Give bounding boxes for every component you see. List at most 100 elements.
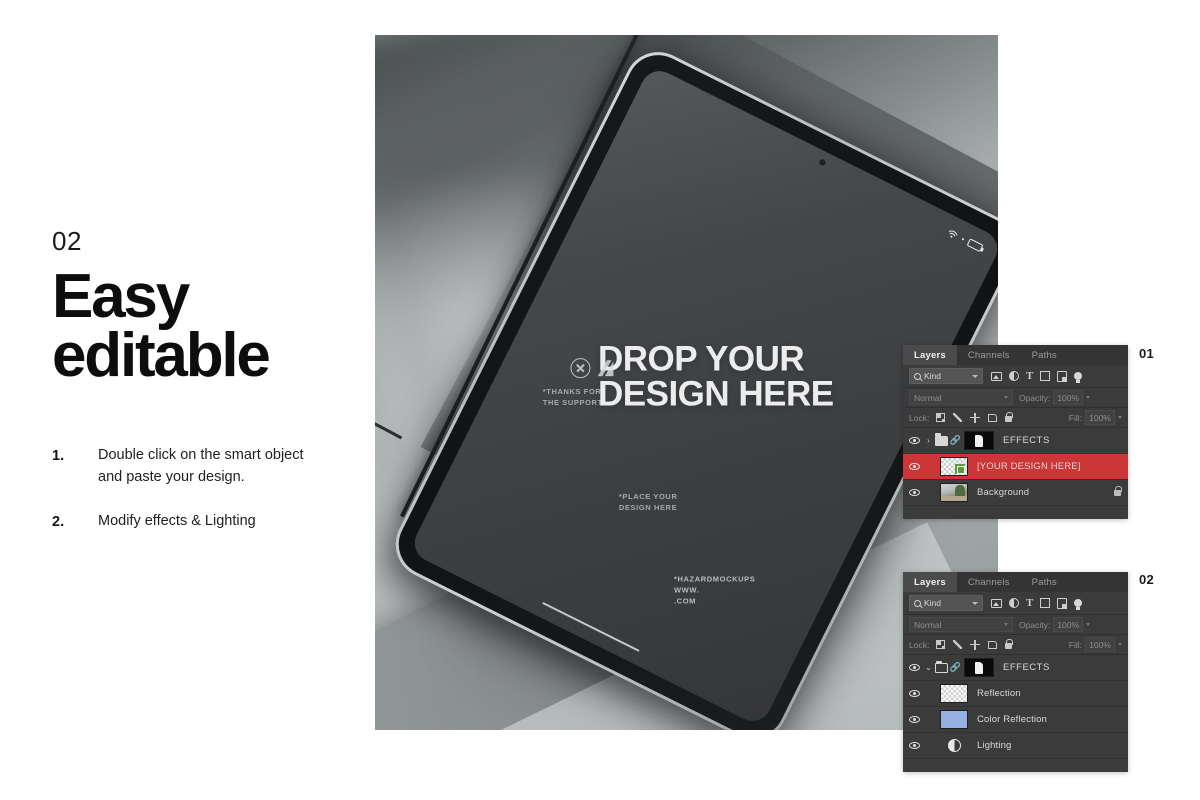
layer-thumbnail[interactable] xyxy=(940,483,968,502)
smart-object-filter-icon[interactable] xyxy=(1057,370,1068,382)
shape-filter-icon[interactable] xyxy=(1040,598,1051,608)
shape-filter-icon[interactable] xyxy=(1040,371,1051,381)
adjustment-filter-icon[interactable] xyxy=(1009,598,1019,608)
filter-icon-group: T xyxy=(991,370,1083,383)
adjustment-filter-icon[interactable] xyxy=(1009,371,1019,381)
opacity-value[interactable]: 100% xyxy=(1053,390,1084,405)
slide-root: 02 Easy editable 1. Double click on the … xyxy=(0,0,1200,800)
opacity-control[interactable]: Opacity: 100% xyxy=(1019,617,1091,632)
layer-visibility-toggle[interactable] xyxy=(908,463,921,470)
lock-transparent-icon[interactable] xyxy=(936,640,946,649)
note-thanks: *THANKS FOR THE SUPPORT xyxy=(542,388,602,410)
fill-control[interactable]: Fill: 100% xyxy=(1069,410,1122,425)
table-row[interactable]: › 🔗 EFFECTS xyxy=(903,428,1128,454)
table-row[interactable]: Reflection xyxy=(903,681,1128,707)
table-row[interactable]: ⌄ 🔗 EFFECTS xyxy=(903,655,1128,681)
layer-name: EFFECTS xyxy=(1003,662,1050,673)
slash-icon xyxy=(596,360,613,377)
lock-transparent-icon[interactable] xyxy=(936,413,946,422)
chevron-right-icon[interactable]: › xyxy=(923,436,934,445)
layer-visibility-toggle[interactable] xyxy=(908,489,921,496)
table-row[interactable]: [YOUR DESIGN HERE] xyxy=(903,454,1128,480)
layer-visibility-toggle[interactable] xyxy=(908,664,921,671)
chevron-down-icon xyxy=(1118,416,1122,419)
filter-kind-select[interactable]: Kind xyxy=(909,595,983,611)
instruction-list: 1. Double click on the smart object and … xyxy=(52,444,342,533)
layer-thumbnail[interactable] xyxy=(940,684,968,703)
layer-mask-thumbnail[interactable] xyxy=(964,431,994,450)
layers-panel-01[interactable]: Layers Channels Paths Kind T Normal Opac… xyxy=(903,345,1128,519)
eye-icon xyxy=(909,489,920,496)
chevron-down-icon xyxy=(1004,396,1008,399)
fill-control[interactable]: Fill: 100% xyxy=(1069,637,1122,652)
layer-thumbnail[interactable] xyxy=(940,457,968,476)
eye-icon xyxy=(909,742,920,749)
type-filter-icon[interactable]: T xyxy=(1026,370,1033,382)
place-design-marker xyxy=(569,358,613,379)
blend-mode-select[interactable]: Normal xyxy=(909,617,1013,632)
chevron-down-icon xyxy=(1086,396,1091,399)
tab-channels[interactable]: Channels xyxy=(957,572,1021,592)
smart-object-filter-icon[interactable] xyxy=(1057,597,1068,609)
lock-all-icon[interactable] xyxy=(1005,638,1014,649)
fill-label: Fill: xyxy=(1068,412,1082,423)
filter-kind-select[interactable]: Kind xyxy=(909,368,983,384)
layer-thumbnail[interactable] xyxy=(940,710,968,729)
lock-artboard-icon[interactable] xyxy=(988,640,998,649)
pixel-filter-icon[interactable] xyxy=(991,371,1002,381)
tab-paths[interactable]: Paths xyxy=(1021,572,1068,592)
fill-value[interactable]: 100% xyxy=(1085,410,1115,425)
layer-visibility-toggle[interactable] xyxy=(908,437,921,444)
note-place-line-1: *PLACE YOUR xyxy=(617,492,677,502)
chevron-down-icon xyxy=(1004,623,1008,626)
lock-all-icon[interactable] xyxy=(1005,411,1014,422)
lock-label: Lock: xyxy=(909,639,930,650)
battery-icon xyxy=(966,238,984,253)
headline-line-2: editable xyxy=(52,320,271,390)
layer-visibility-toggle[interactable] xyxy=(908,690,921,697)
note-place: *PLACE YOUR DESIGN HERE xyxy=(618,493,677,515)
layer-filter-bar: Kind T xyxy=(903,365,1128,388)
filter-toggle-icon[interactable] xyxy=(1074,599,1083,610)
opacity-value[interactable]: 100% xyxy=(1053,617,1084,632)
table-row[interactable]: Color Reflection xyxy=(903,707,1128,733)
chevron-down-icon[interactable]: ⌄ xyxy=(923,663,934,672)
opacity-control[interactable]: Opacity: 100% xyxy=(1019,390,1091,405)
home-indicator[interactable] xyxy=(541,601,640,653)
left-text-column: 02 Easy editable 1. Double click on the … xyxy=(52,228,342,555)
lock-image-icon[interactable] xyxy=(953,640,963,649)
headline-line-1: Easy xyxy=(52,262,190,331)
note-place-line-2: DESIGN HERE xyxy=(617,503,677,513)
mask-shape-icon xyxy=(975,661,983,674)
layers-panel-02[interactable]: Layers Channels Paths Kind T Normal Opac… xyxy=(903,572,1128,772)
step-number: 02 xyxy=(52,226,82,256)
tab-channels[interactable]: Channels xyxy=(957,345,1021,365)
table-row[interactable]: Lighting xyxy=(903,733,1128,759)
blend-mode-bar: Normal Opacity: 100% xyxy=(903,388,1128,408)
layer-visibility-toggle[interactable] xyxy=(908,742,921,749)
table-row[interactable]: Background xyxy=(903,480,1128,506)
lock-artboard-icon[interactable] xyxy=(988,413,998,422)
layer-visibility-toggle[interactable] xyxy=(908,716,921,723)
layer-thumbnail[interactable] xyxy=(940,739,968,752)
lock-position-icon[interactable] xyxy=(970,412,981,423)
folder-open-icon xyxy=(935,660,948,673)
chevron-down-icon xyxy=(972,374,978,378)
blend-mode-value: Normal xyxy=(914,619,942,630)
lock-position-icon[interactable] xyxy=(970,639,981,650)
note-url-line-3: .COM xyxy=(673,596,696,606)
lock-image-icon[interactable] xyxy=(953,413,963,422)
instruction-text: Modify effects & Lighting xyxy=(98,512,256,529)
tab-layers[interactable]: Layers xyxy=(903,572,957,592)
filter-toggle-icon[interactable] xyxy=(1074,372,1083,383)
mask-shape-icon xyxy=(975,434,983,447)
blend-mode-select[interactable]: Normal xyxy=(909,390,1013,405)
lock-bar: Lock: Fill: 100% xyxy=(903,408,1128,428)
layer-mask-thumbnail[interactable] xyxy=(964,658,994,677)
tab-layers[interactable]: Layers xyxy=(903,345,957,365)
tab-paths[interactable]: Paths xyxy=(1021,345,1068,365)
type-filter-icon[interactable]: T xyxy=(1026,597,1033,609)
chevron-down-icon xyxy=(972,601,978,605)
fill-value[interactable]: 100% xyxy=(1085,637,1115,652)
pixel-filter-icon[interactable] xyxy=(991,598,1002,608)
